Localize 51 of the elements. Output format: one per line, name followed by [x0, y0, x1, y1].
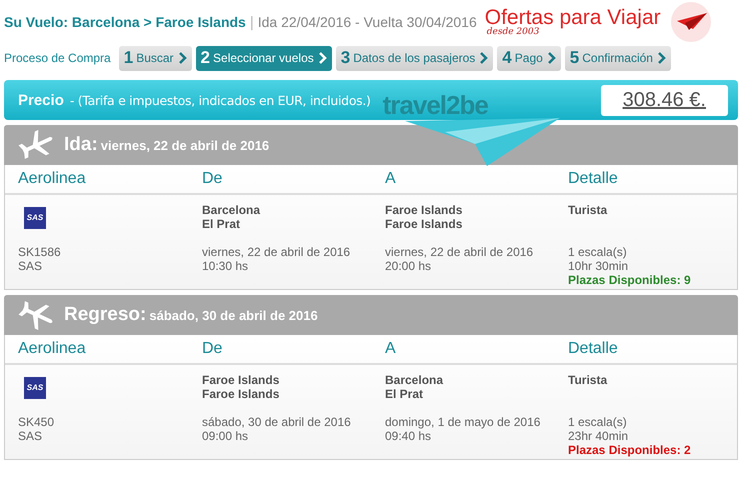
column-header: De: [202, 340, 224, 358]
airline-logo: SAS: [24, 207, 46, 229]
travel2be-logo: travel2be: [382, 90, 488, 120]
step-tab[interactable]: 4 Pago: [497, 46, 561, 70]
step-tab[interactable]: 2 Seleccionar vuelos: [196, 46, 332, 70]
flight-info: SK1586 SAS: [18, 245, 61, 273]
origin-text: Faroe Islands Faroe Islands: [202, 373, 280, 401]
separator-text: |: [250, 14, 254, 30]
trip-dates: Ida 22/04/2016 - Vuelta 30/04/2016: [258, 14, 477, 30]
destination-text: Barcelona El Prat: [385, 373, 444, 401]
leg-date: sábado, 30 de abril de 2016: [149, 308, 318, 322]
seats-available: Plazas Disponibles: 9: [568, 273, 691, 287]
column-header: De: [202, 170, 224, 188]
departure-time: sábado, 30 de abril de 2016 09:00 hs: [202, 415, 351, 443]
brand-tagline: desde 2003: [486, 28, 540, 37]
chevron-icon: [658, 52, 666, 64]
brand-name: Ofertas para Viajar: [484, 7, 661, 28]
price-label: Precio: [18, 92, 64, 108]
price-note: - (Tarifa e impuestos, indicados en EUR, incluidos.): [70, 92, 371, 108]
airline-logo: SAS: [24, 377, 46, 399]
stops-duration: 1 escala(s) 10hr 30min: [568, 245, 628, 273]
origin-text: Barcelona El Prat: [202, 203, 260, 231]
leg-title: Regreso:: [64, 304, 146, 326]
fare-class: Turista: [568, 373, 608, 387]
route-title: Su Vuelo: Barcelona > Faroe Islands: [4, 14, 246, 30]
chevron-icon: [480, 52, 488, 64]
chevron-icon: [548, 52, 556, 64]
column-header: Aerolinea: [18, 170, 87, 188]
stops-duration: 1 escala(s) 23hr 40min: [568, 415, 628, 443]
leg-date: viernes, 22 de abril de 2016: [100, 138, 270, 152]
step-tab[interactable]: 5 Confirmación: [564, 46, 671, 70]
column-header: Aerolinea: [18, 340, 87, 358]
column-header: Detalle: [568, 340, 619, 358]
steps-label: Proceso de Compra: [4, 51, 111, 65]
seats-available: Plazas Disponibles: 2: [568, 443, 691, 457]
chevron-icon: [318, 52, 327, 64]
departure-time: viernes, 22 de abril de 2016 10:30 hs: [202, 245, 350, 273]
leg-title: Ida:: [64, 134, 98, 156]
fare-class: Turista: [568, 203, 608, 217]
step-tab[interactable]: 1 Buscar: [118, 46, 192, 70]
flight-info: SK450 SAS: [18, 415, 54, 443]
column-header: A: [385, 340, 397, 358]
destination-text: Faroe Islands Faroe Islands: [385, 203, 462, 231]
price-value: 308.46 €.: [600, 84, 728, 116]
chevron-icon: [178, 52, 187, 64]
paper-plane-icon: [670, 2, 711, 42]
step-tab[interactable]: 3 Datos de los pasajeros: [336, 46, 494, 70]
arrival-time: domingo, 1 de mayo de 2016 09:40 hs: [385, 415, 540, 443]
column-header: A: [385, 170, 397, 188]
column-header: Detalle: [568, 170, 619, 188]
arrival-time: viernes, 22 de abril de 2016 20:00 hs: [385, 245, 534, 273]
